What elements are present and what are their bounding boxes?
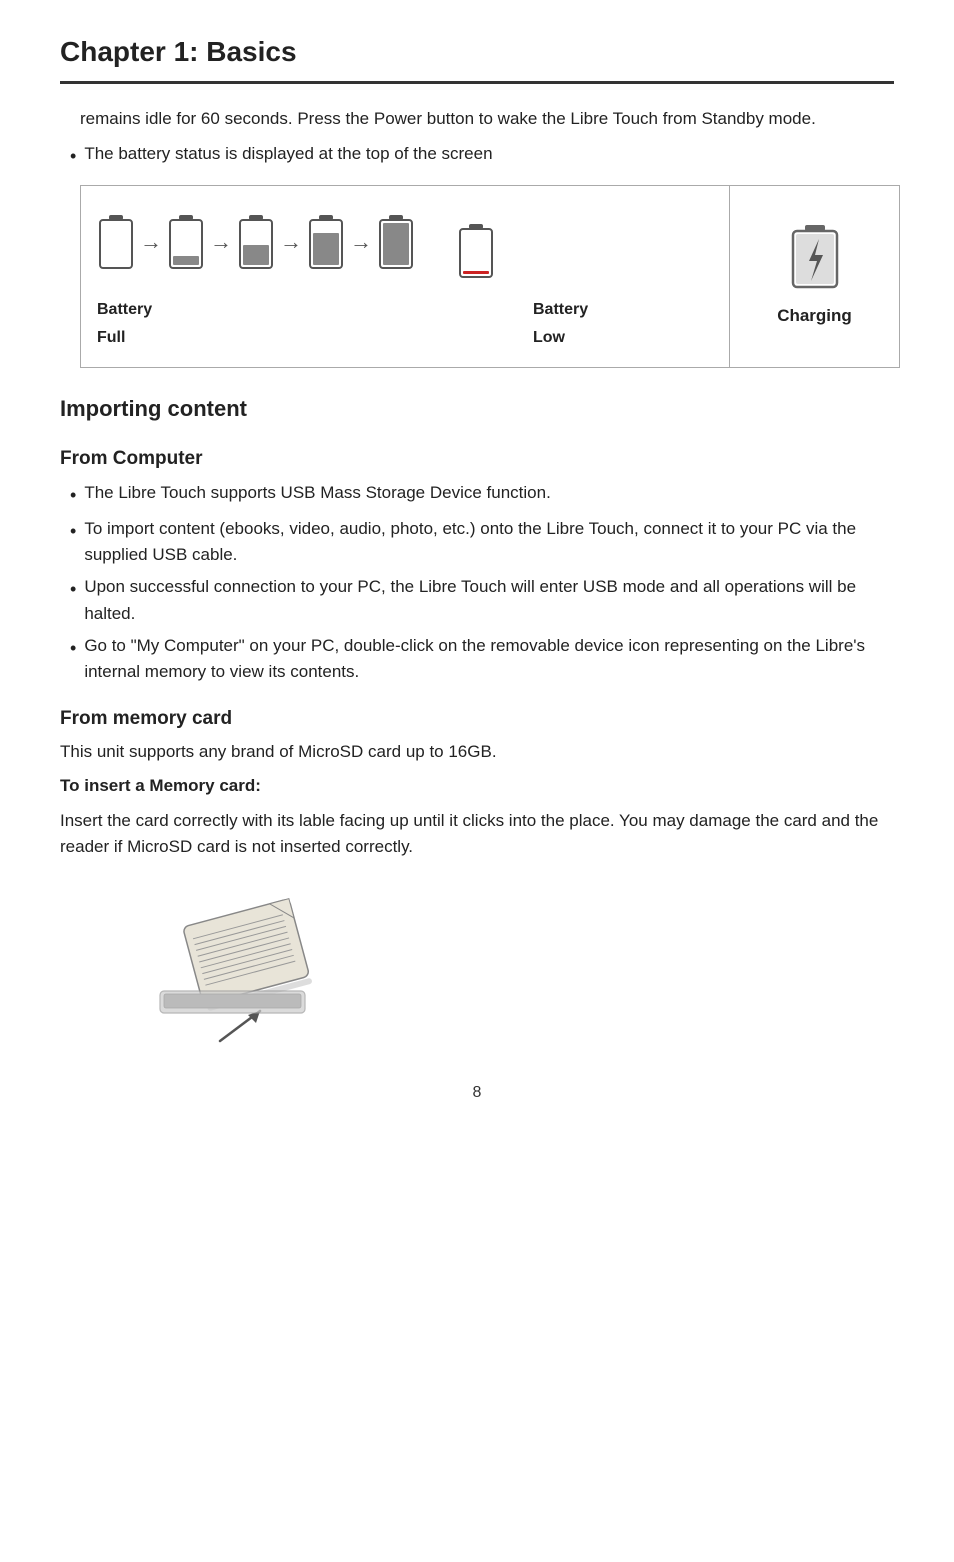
battery-right-section: Charging xyxy=(729,186,899,368)
from-computer-heading: From Computer xyxy=(60,444,894,473)
intro-text: remains idle for 60 seconds. Press the P… xyxy=(80,106,894,132)
from-memory-heading: From memory card xyxy=(60,704,894,733)
arrow-2: → xyxy=(210,225,232,259)
bullet-dot-3: • xyxy=(70,635,76,663)
bullet-battery-status: • The battery status is displayed at the… xyxy=(70,141,894,171)
bullet-dot-2: • xyxy=(70,576,76,604)
bullet-item-2: • Upon successful connection to your PC,… xyxy=(70,574,894,627)
bullet-dot: • xyxy=(70,143,76,171)
bullet-item-3: • Go to "My Computer" on your PC, double… xyxy=(70,633,894,686)
page-number: 8 xyxy=(60,1081,894,1106)
bullet-text-2: Upon successful connection to your PC, t… xyxy=(84,574,894,627)
arrow-1: → xyxy=(140,225,162,259)
battery-icon-2 xyxy=(167,213,205,271)
importing-content-heading: Importing content xyxy=(60,392,894,426)
chapter-title: Chapter 1: Basics xyxy=(60,30,894,73)
bullet-text-1: To import content (ebooks, video, audio,… xyxy=(84,516,894,569)
battery-icon-1 xyxy=(97,213,135,271)
bullet-text-3: Go to "My Computer" on your PC, double-c… xyxy=(84,633,894,686)
insert-card-label-strong: To insert a Memory card: xyxy=(60,776,261,795)
arrow-3: → xyxy=(280,225,302,259)
memory-card-illustration xyxy=(140,881,360,1051)
insert-card-text: Insert the card correctly with its lable… xyxy=(60,808,894,861)
from-computer-bullets: • The Libre Touch supports USB Mass Stor… xyxy=(60,480,894,686)
charging-battery-icon xyxy=(789,223,841,293)
bullet-item-1: • To import content (ebooks, video, audi… xyxy=(70,516,894,569)
charging-label: Charging xyxy=(777,303,852,329)
battery-left-section: → → → → xyxy=(81,186,729,368)
battery-low-label: Battery xyxy=(533,298,693,323)
bullet-item-0: • The Libre Touch supports USB Mass Stor… xyxy=(70,480,894,510)
chapter-divider xyxy=(60,81,894,84)
battery-status-text: The battery status is displayed at the t… xyxy=(84,141,492,167)
battery-diagram: → → → → xyxy=(80,185,900,369)
battery-icons-row: → → → → xyxy=(97,204,511,280)
insert-card-label: To insert a Memory card: xyxy=(60,773,894,799)
arrow-4: → xyxy=(350,225,372,259)
from-memory-text: This unit supports any brand of MicroSD … xyxy=(60,739,894,765)
battery-icon-3 xyxy=(237,213,275,271)
bullet-text-0: The Libre Touch supports USB Mass Storag… xyxy=(84,480,550,506)
battery-low-col xyxy=(447,204,511,280)
battery-icon-low xyxy=(457,222,495,280)
battery-icon-5 xyxy=(377,213,415,271)
memory-card-svg xyxy=(140,881,360,1051)
battery-full-label: Battery xyxy=(97,298,533,323)
bullet-dot-1: • xyxy=(70,518,76,546)
battery-icon-4 xyxy=(307,213,345,271)
bullet-dot-0: • xyxy=(70,482,76,510)
battery-full-label2: Full xyxy=(97,326,533,351)
battery-low-label2: Low xyxy=(533,326,693,351)
